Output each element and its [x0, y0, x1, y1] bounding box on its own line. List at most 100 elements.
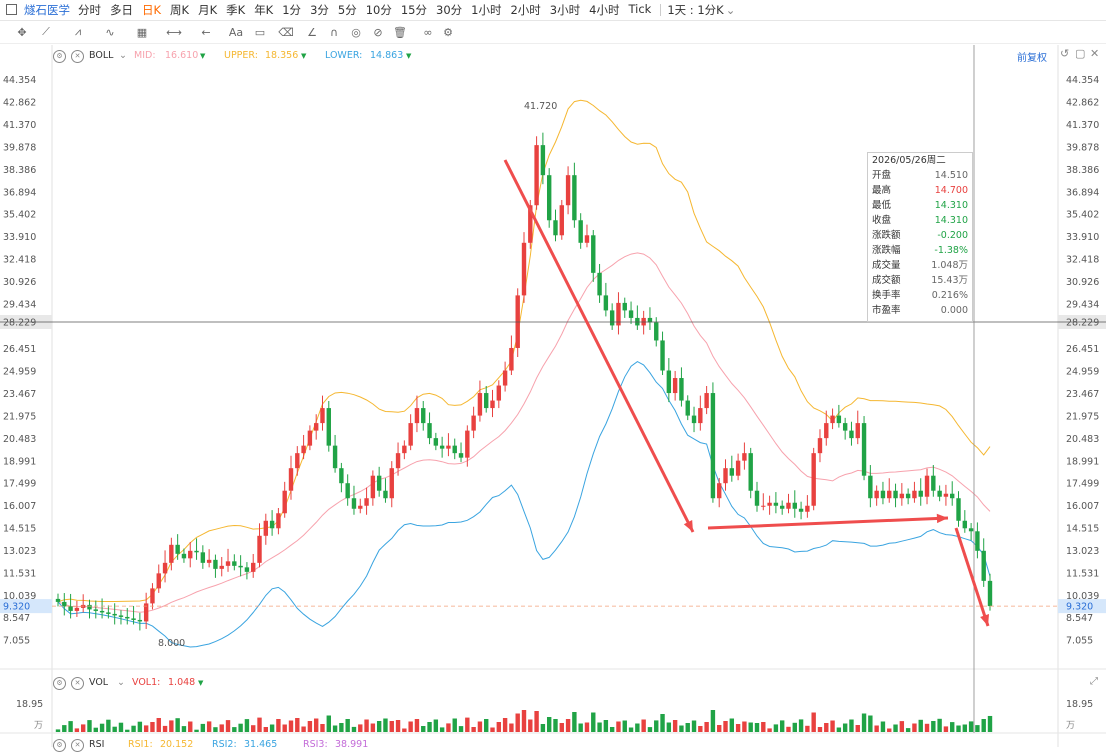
interval-tab[interactable]: 10分	[366, 2, 392, 18]
volume-bar	[502, 718, 508, 732]
range-icon[interactable]: ⟷	[166, 24, 182, 40]
y-tick-label-left: 7.055	[3, 636, 30, 647]
settings-icon[interactable]: ⚙	[440, 24, 456, 40]
candle-body	[968, 528, 974, 532]
y-tick-label-right: 8.547	[1066, 613, 1093, 624]
interval-tab[interactable]: 1小时	[471, 2, 501, 18]
move-crosshair-icon[interactable]: ✥	[14, 24, 30, 40]
candle-body	[874, 490, 879, 499]
y-tick-label-right: 41.370	[1066, 120, 1099, 131]
polyline-icon[interactable]: ⩘	[70, 24, 86, 40]
candle-body	[987, 580, 993, 607]
restore-adjust-button[interactable]: 前复权	[1017, 49, 1047, 64]
interval-tab[interactable]: 1分	[282, 2, 301, 18]
volume-bar	[408, 721, 413, 732]
candle-body	[584, 235, 590, 243]
trash-icon[interactable]: 🗑	[392, 24, 408, 40]
interval-tab[interactable]: 日K	[142, 2, 161, 18]
y-tick-label-right: 14.515	[1066, 524, 1099, 535]
interval-tab[interactable]: 多日	[110, 2, 133, 18]
gear-icon[interactable]: ⚙	[53, 50, 66, 63]
undo-icon[interactable]: ↺	[1060, 47, 1069, 60]
candle-body	[597, 272, 602, 296]
vol1-label: VOL1:	[132, 677, 161, 688]
tooltip-value: -1.38%	[934, 245, 968, 256]
chevron-down-icon[interactable]: ⌄	[119, 50, 127, 61]
interval-tab[interactable]: 4小时	[589, 2, 619, 18]
angle-icon[interactable]: ∠	[304, 24, 320, 40]
interval-tab[interactable]: 季K	[226, 2, 245, 18]
candle-body	[710, 393, 716, 499]
interval-tab[interactable]: 30分	[436, 2, 462, 18]
interval-tab[interactable]: 3小时	[550, 2, 580, 18]
link-icon[interactable]: ∞	[420, 24, 436, 40]
tooltip-value: 14.510	[934, 170, 968, 181]
wave-icon[interactable]: ∿	[102, 24, 118, 40]
timeframe-select[interactable]: 1天 : 1分K	[667, 2, 723, 18]
ticker-name[interactable]: 燧石医学	[24, 2, 70, 18]
gear-icon[interactable]: ⚙	[53, 739, 66, 752]
volume-bar	[641, 719, 646, 732]
boll-lower-line	[57, 361, 991, 648]
interval-tab[interactable]: 月K	[198, 2, 217, 18]
candle-body	[213, 559, 218, 569]
candle-body	[200, 552, 206, 563]
text-icon[interactable]: Aa	[228, 24, 244, 40]
y-tick-label-right: 9.320	[1066, 602, 1093, 613]
interval-tab[interactable]: 3分	[310, 2, 329, 18]
magnet-icon[interactable]: ∩	[326, 24, 342, 40]
volume-bar	[295, 718, 300, 732]
caret-icon[interactable]: ▼	[301, 52, 306, 60]
boll-legend: ⚙ ✕ BOLL ⌄ MID: 16.610 ▼ UPPER: 18.356 ▼…	[0, 48, 1000, 64]
interval-tab[interactable]: 分时	[78, 2, 101, 18]
chevron-down-icon[interactable]: ⌄	[726, 3, 736, 17]
gear-icon[interactable]: ⚙	[53, 677, 66, 690]
close-icon[interactable]: ✕	[71, 739, 84, 752]
candle-body	[301, 445, 306, 454]
candle-body	[162, 562, 168, 574]
volume-bar	[679, 725, 684, 732]
candle-body	[358, 505, 363, 509]
grid-icon[interactable]	[6, 4, 17, 15]
divider	[660, 4, 662, 16]
eraser-icon[interactable]: ⌫	[278, 24, 294, 40]
y-tick-label-left: 30.926	[3, 277, 36, 288]
trend-line-icon[interactable]: ⟋	[38, 24, 54, 40]
volume-bar	[131, 725, 136, 732]
candle-body	[99, 610, 105, 613]
volume-bar	[805, 725, 810, 732]
fib-icon[interactable]: ▦	[134, 24, 150, 40]
candle-body	[376, 475, 382, 491]
chevron-down-icon[interactable]: ⌄	[117, 677, 125, 688]
close-icon[interactable]: ✕	[1090, 47, 1099, 60]
square-icon[interactable]: ▢	[1075, 47, 1085, 60]
close-icon[interactable]: ✕	[71, 677, 84, 690]
volume-bar	[345, 719, 350, 732]
volume-bar	[975, 725, 980, 732]
volume-bar	[364, 719, 369, 732]
volume-bar	[326, 715, 331, 732]
close-icon[interactable]: ✕	[71, 50, 84, 63]
interval-tab[interactable]: Tick	[628, 2, 651, 18]
expand-icon[interactable]: ⤢	[1090, 676, 1098, 687]
comment-icon[interactable]: ▭	[252, 24, 268, 40]
interval-tab[interactable]: 周K	[170, 2, 189, 18]
layers-icon[interactable]: ◎	[348, 24, 364, 40]
caret-icon[interactable]: ▼	[406, 52, 411, 60]
arrow-left-icon[interactable]: ←	[198, 24, 214, 40]
interval-tab[interactable]: 2小时	[510, 2, 540, 18]
volume-bar	[452, 718, 457, 732]
volume-bar	[125, 729, 130, 732]
interval-tab[interactable]: 15分	[401, 2, 427, 18]
boll-mid-value: 16.610	[165, 50, 199, 61]
candle-body	[893, 490, 898, 499]
candle-body	[345, 483, 350, 499]
interval-tab[interactable]: 5分	[338, 2, 357, 18]
volume-bar	[937, 718, 942, 732]
caret-icon[interactable]: ▼	[200, 52, 205, 60]
interval-tab[interactable]: 年K	[254, 2, 273, 18]
high-price-label: 41.720	[524, 101, 557, 112]
y-tick-label-right: 16.007	[1066, 501, 1099, 512]
caret-icon[interactable]: ▼	[198, 679, 203, 687]
hide-icon[interactable]: ⊘	[370, 24, 386, 40]
